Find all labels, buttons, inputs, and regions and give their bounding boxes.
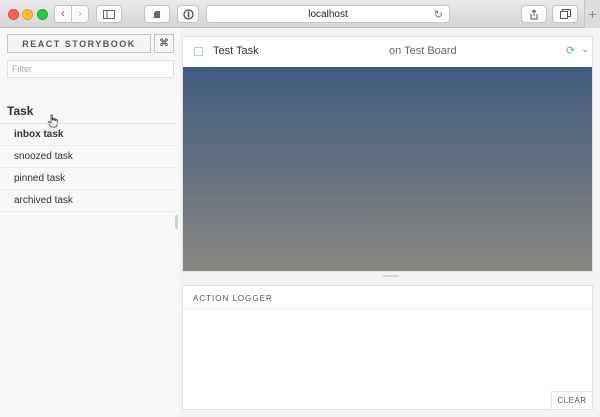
story-item-pinned-task[interactable]: pinned task xyxy=(0,168,176,190)
story-label: pinned task xyxy=(14,173,66,184)
forward-button[interactable]: › xyxy=(71,5,89,23)
storybook-brand-link[interactable]: REACT STORYBOOK xyxy=(7,34,151,53)
task-title[interactable]: Test Task xyxy=(213,45,259,57)
story-list: inbox task snoozed task pinned task arch… xyxy=(0,124,176,212)
story-item-inbox-task[interactable]: inbox task xyxy=(0,124,176,146)
story-item-archived-task[interactable]: archived task xyxy=(0,190,176,212)
privacy-button[interactable] xyxy=(177,5,199,23)
divider xyxy=(183,308,592,309)
share-icon xyxy=(530,8,538,19)
story-item-snoozed-task[interactable]: snoozed task xyxy=(0,146,176,168)
kind-heading-task[interactable]: Task xyxy=(7,104,33,118)
action-logger-title[interactable]: ACTION LOGGER xyxy=(193,294,273,303)
command-icon: ⌘ xyxy=(159,38,169,49)
action-logger-panel: ACTION LOGGER CLEAR xyxy=(182,285,593,410)
back-icon: ‹ xyxy=(61,8,65,20)
zoom-window-button[interactable] xyxy=(37,9,48,20)
plus-icon: + xyxy=(588,6,597,22)
extension-button[interactable] xyxy=(144,5,170,23)
privacy-icon xyxy=(182,8,194,20)
preview-iframe: Test Task on Test Board ⟳ ⌄ xyxy=(182,36,593,272)
sidebar-resize-handle[interactable] xyxy=(175,215,178,229)
address-bar[interactable]: localhost ↻ xyxy=(206,5,450,23)
story-label: snoozed task xyxy=(14,151,73,162)
browser-toolbar: ‹ › localhost ↻ + xyxy=(0,0,600,28)
forward-icon: › xyxy=(78,8,82,20)
sync-icon[interactable]: ⟳ xyxy=(566,44,575,57)
show-sidebar-button[interactable] xyxy=(96,5,122,23)
new-tab-button[interactable]: + xyxy=(584,0,600,28)
clear-button[interactable]: CLEAR xyxy=(551,391,592,409)
share-button[interactable] xyxy=(521,5,547,23)
shortcuts-button[interactable]: ⌘ xyxy=(154,34,174,53)
show-tabs-button[interactable] xyxy=(552,5,578,23)
sidebar-icon xyxy=(103,9,115,19)
back-button[interactable]: ‹ xyxy=(54,5,72,23)
storybook-sidebar: REACT STORYBOOK ⌘ Task inbox task snooze… xyxy=(0,28,180,417)
minimize-window-button[interactable] xyxy=(22,9,33,20)
story-label: inbox task xyxy=(14,129,64,140)
story-label: archived task xyxy=(14,195,73,206)
preview-background xyxy=(183,67,592,271)
chevron-down-icon[interactable]: ⌄ xyxy=(581,44,589,55)
task-item: Test Task on Test Board ⟳ ⌄ xyxy=(183,37,592,67)
filter-input[interactable] xyxy=(7,60,174,78)
tabs-icon xyxy=(559,9,571,19)
extension-icon xyxy=(154,11,160,18)
close-window-button[interactable] xyxy=(8,9,19,20)
task-checkbox[interactable] xyxy=(194,47,203,56)
task-board-label: on Test Board xyxy=(389,45,457,57)
panel-resize-handle[interactable] xyxy=(383,275,399,277)
address-text: localhost xyxy=(308,8,348,20)
reload-icon[interactable]: ↻ xyxy=(434,8,443,21)
